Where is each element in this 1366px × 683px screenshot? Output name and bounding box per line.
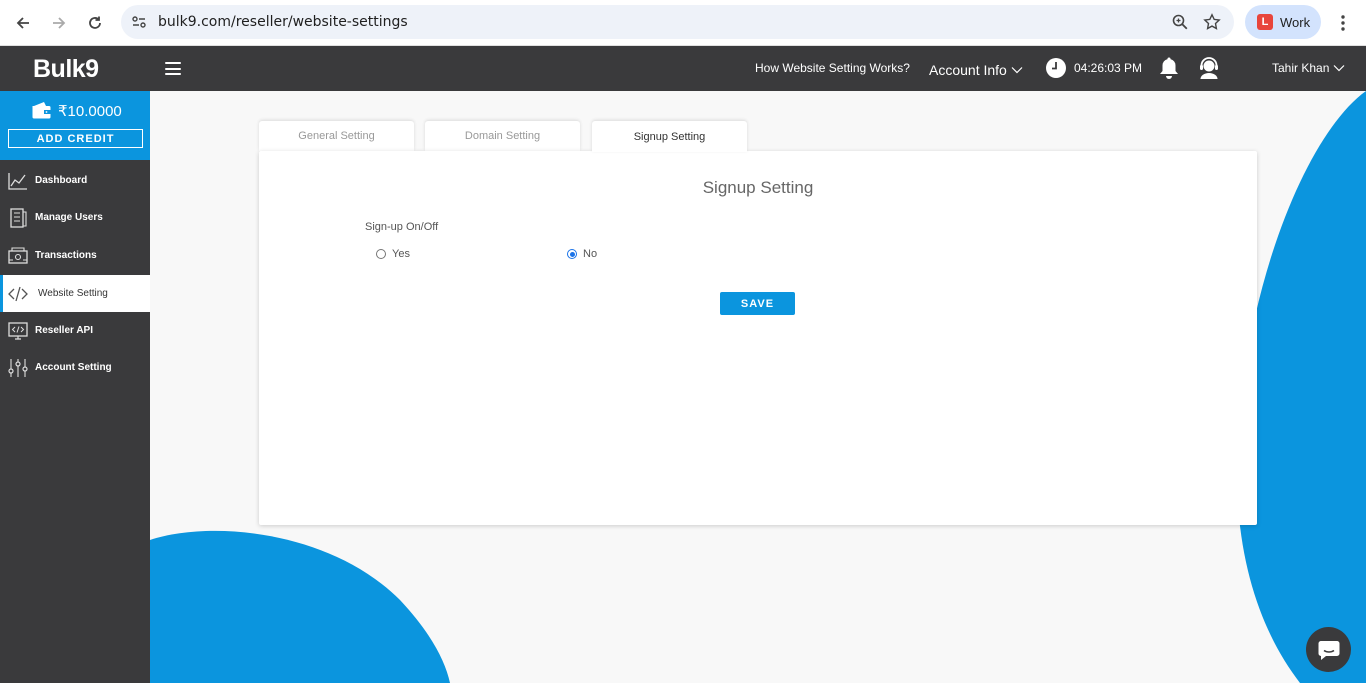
clock-icon [1046,58,1066,78]
radio-no-indicator[interactable] [567,249,577,259]
sidebar-item-dashboard[interactable]: Dashboard [0,162,150,199]
profile-badge-icon: L [1257,14,1273,30]
sidebar: ₹10.0000 ADD CREDIT Dashboard Manage Use… [0,91,150,683]
wallet-icon [32,102,51,119]
profile-button[interactable]: L Work [1245,5,1321,39]
credit-balance: ₹10.0000 [58,103,122,120]
reload-icon[interactable] [83,11,107,35]
signup-toggle-label: Sign-up On/Off [365,221,439,233]
url-text[interactable]: bulk9.com/reseller/website-settings [158,14,408,30]
hamburger-menu-icon[interactable] [165,62,181,75]
user-menu-dropdown[interactable]: Tahir Khan [1272,61,1345,75]
signup-settings-card: Signup Setting Sign-up On/Off Yes No SAV… [259,151,1257,525]
background-decoration-bottom [150,520,470,683]
user-name-label: Tahir Khan [1272,61,1330,75]
signup-yes-radio[interactable]: Yes [376,248,410,260]
radio-yes-label: Yes [392,248,410,260]
help-link[interactable]: How Website Setting Works? [755,61,910,75]
signup-no-radio[interactable]: No [567,248,597,260]
chat-bubble-icon [1318,640,1339,660]
save-button[interactable]: SAVE [720,292,795,315]
sidebar-item-account-setting[interactable]: Account Setting [0,349,150,386]
tab-general-setting[interactable]: General Setting [259,121,414,151]
chevron-down-icon [1333,65,1345,72]
chat-widget-button[interactable] [1306,627,1351,672]
support-agent-icon[interactable] [1197,56,1221,80]
sidebar-item-label: Website Setting [38,288,108,299]
logo[interactable]: Bulk9 [33,55,99,84]
transactions-icon [8,247,28,264]
chevron-down-icon [1011,67,1023,74]
sidebar-item-label: Reseller API [35,325,93,336]
browser-toolbar: bulk9.com/reseller/website-settings L Wo… [0,0,1366,46]
zoom-icon[interactable] [1171,13,1189,31]
sidebar-item-transactions[interactable]: Transactions [0,237,150,274]
forward-icon[interactable] [47,11,71,35]
bookmark-star-icon[interactable] [1203,13,1221,31]
sidebar-item-manage-users[interactable]: Manage Users [0,199,150,236]
sidebar-item-label: Dashboard [35,175,88,186]
back-icon[interactable] [11,11,35,35]
api-icon [8,322,28,340]
chart-icon [8,173,27,190]
tab-signup-setting[interactable]: Signup Setting [592,121,747,152]
radio-yes-indicator[interactable] [376,249,386,259]
tab-domain-setting[interactable]: Domain Setting [425,121,580,151]
browser-menu-icon[interactable] [1334,12,1352,34]
code-icon [8,286,28,302]
profile-label: Work [1280,14,1311,30]
credit-panel: ₹10.0000 ADD CREDIT [0,91,150,160]
sidebar-item-label: Transactions [35,250,97,261]
sliders-icon [8,359,28,377]
account-info-dropdown[interactable]: Account Info [929,62,1023,78]
account-info-label: Account Info [929,62,1007,78]
radio-no-label: No [583,248,598,260]
sidebar-item-website-setting[interactable]: Website Setting [0,275,150,312]
add-credit-button[interactable]: ADD CREDIT [8,129,143,148]
site-settings-icon[interactable] [131,14,147,30]
app-header: Bulk9 How Website Setting Works? Account… [0,46,1366,91]
sidebar-item-label: Manage Users [35,212,103,223]
address-bar[interactable]: bulk9.com/reseller/website-settings [121,5,1234,39]
clock-time: 04:26:03 PM [1074,61,1143,75]
users-icon [10,208,27,228]
sidebar-item-reseller-api[interactable]: Reseller API [0,312,150,349]
card-title: Signup Setting [702,178,814,197]
sidebar-item-label: Account Setting [35,362,112,373]
bell-icon[interactable] [1158,56,1180,80]
